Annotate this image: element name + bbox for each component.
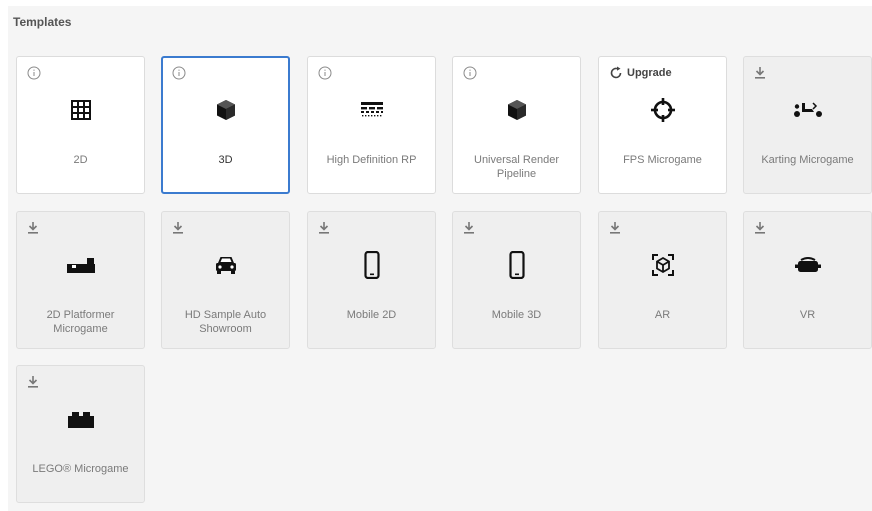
template-label: 2D bbox=[73, 154, 88, 166]
template-label: VR bbox=[799, 309, 816, 321]
ar-icon bbox=[599, 252, 726, 278]
info-icon bbox=[318, 66, 332, 80]
upgrade-label: Upgrade bbox=[627, 67, 672, 79]
kart-icon bbox=[744, 97, 871, 123]
card-badge[interactable] bbox=[609, 221, 621, 235]
card-badge bbox=[318, 66, 332, 80]
lego-icon bbox=[17, 406, 144, 432]
info-icon bbox=[463, 66, 477, 80]
template-label: Universal Render Pipeline bbox=[474, 154, 559, 180]
download-icon bbox=[27, 221, 39, 235]
template-card-2d-platformer-microgame[interactable]: 2D Platformer Microgame bbox=[16, 211, 145, 349]
card-badge bbox=[463, 66, 477, 80]
template-card-ar[interactable]: AR bbox=[598, 211, 727, 349]
template-card-hd-sample-auto-showroom[interactable]: HD Sample Auto Showroom bbox=[161, 211, 290, 349]
car-icon bbox=[162, 252, 289, 278]
template-card-universal-render-pipeline[interactable]: Universal Render Pipeline bbox=[452, 56, 581, 194]
template-label: 3D bbox=[218, 154, 233, 166]
templates-panel: Templates 2D 3D High Definition RP Universa… bbox=[8, 6, 872, 511]
template-card-high-definition-rp[interactable]: High Definition RP bbox=[307, 56, 436, 194]
template-card-2d[interactable]: 2D bbox=[16, 56, 145, 194]
template-label: Mobile 2D bbox=[346, 309, 397, 321]
template-label: 2D Platformer Microgame bbox=[46, 309, 115, 335]
template-label: Mobile 3D bbox=[491, 309, 542, 321]
download-icon bbox=[27, 375, 39, 389]
card-badge[interactable] bbox=[754, 221, 766, 235]
download-icon bbox=[172, 221, 184, 235]
phone-icon bbox=[308, 251, 435, 279]
card-badge bbox=[172, 66, 186, 80]
download-icon bbox=[463, 221, 475, 235]
template-label: FPS Microgame bbox=[623, 154, 702, 166]
template-card-mobile-2d[interactable]: Mobile 2D bbox=[307, 211, 436, 349]
card-badge[interactable] bbox=[172, 221, 184, 235]
info-icon bbox=[27, 66, 41, 80]
download-icon bbox=[754, 66, 766, 80]
card-badge[interactable] bbox=[27, 221, 39, 235]
template-card-karting-microgame[interactable]: Karting Microgame bbox=[743, 56, 872, 194]
grid-icon bbox=[17, 97, 144, 123]
phone-icon bbox=[453, 251, 580, 279]
download-icon bbox=[609, 221, 621, 235]
card-badge: Upgrade bbox=[609, 66, 672, 80]
template-label: Karting Microgame bbox=[761, 154, 854, 166]
vr-icon bbox=[744, 252, 871, 278]
template-card-vr[interactable]: VR bbox=[743, 211, 872, 349]
card-badge[interactable] bbox=[318, 221, 330, 235]
cube-icon bbox=[163, 97, 288, 123]
download-icon bbox=[754, 221, 766, 235]
template-label: HD Sample Auto Showroom bbox=[184, 309, 267, 335]
cube-icon bbox=[453, 97, 580, 123]
upgrade-icon bbox=[609, 66, 623, 80]
template-card-3d[interactable]: 3D bbox=[161, 56, 290, 194]
card-badge[interactable] bbox=[754, 66, 766, 80]
card-badge[interactable] bbox=[463, 221, 475, 235]
info-icon bbox=[172, 66, 186, 80]
hdrp-icon bbox=[308, 97, 435, 123]
template-card-lego-microgame[interactable]: LEGO® Microgame bbox=[16, 365, 145, 503]
card-badge[interactable] bbox=[27, 375, 39, 389]
platformer-icon bbox=[17, 252, 144, 278]
card-badge bbox=[27, 66, 41, 80]
section-title: Templates bbox=[13, 15, 72, 29]
crosshair-icon bbox=[599, 97, 726, 123]
template-card-mobile-3d[interactable]: Mobile 3D bbox=[452, 211, 581, 349]
download-icon bbox=[318, 221, 330, 235]
template-card-fps-microgame[interactable]: Upgrade FPS Microgame bbox=[598, 56, 727, 194]
template-label: AR bbox=[654, 309, 671, 321]
template-label: High Definition RP bbox=[326, 154, 417, 166]
template-label: LEGO® Microgame bbox=[32, 463, 129, 475]
